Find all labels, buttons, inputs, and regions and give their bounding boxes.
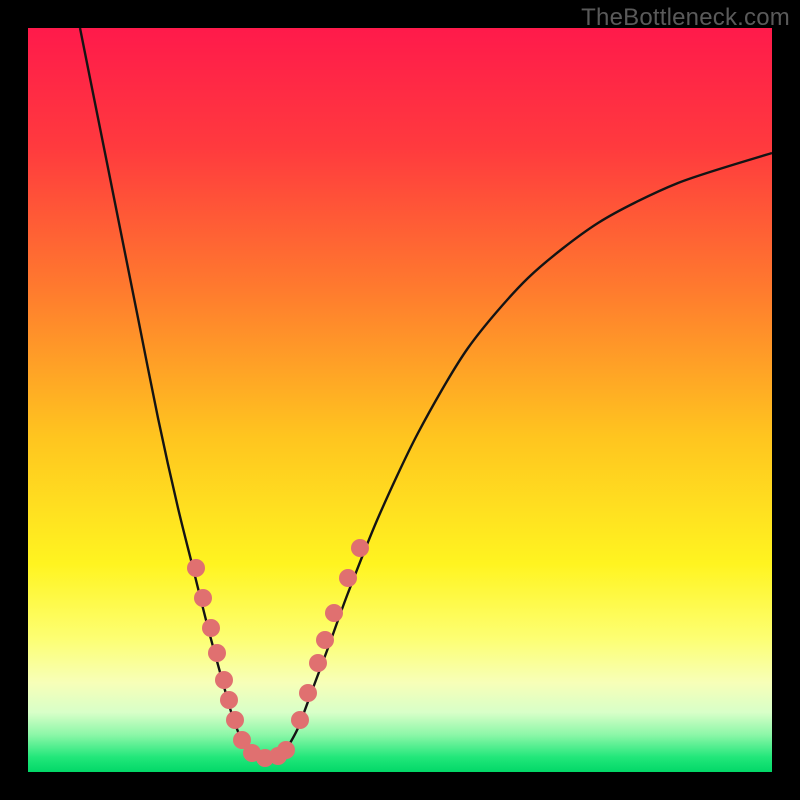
data-dot bbox=[309, 654, 327, 672]
plot-area bbox=[28, 28, 772, 772]
curve-path bbox=[80, 28, 772, 758]
data-dot bbox=[299, 684, 317, 702]
data-dot bbox=[220, 691, 238, 709]
watermark-text: TheBottleneck.com bbox=[581, 4, 790, 32]
bottleneck-curve bbox=[28, 28, 772, 772]
data-dot bbox=[215, 671, 233, 689]
data-dot bbox=[325, 604, 343, 622]
data-dot bbox=[351, 539, 369, 557]
data-dot bbox=[226, 711, 244, 729]
data-dot bbox=[202, 619, 220, 637]
data-dot bbox=[208, 644, 226, 662]
data-dot bbox=[291, 711, 309, 729]
data-dot bbox=[316, 631, 334, 649]
data-dot bbox=[187, 559, 205, 577]
data-dot bbox=[194, 589, 212, 607]
data-dot bbox=[277, 741, 295, 759]
data-dots bbox=[187, 539, 369, 767]
data-dot bbox=[339, 569, 357, 587]
outer-frame: TheBottleneck.com bbox=[0, 0, 800, 800]
